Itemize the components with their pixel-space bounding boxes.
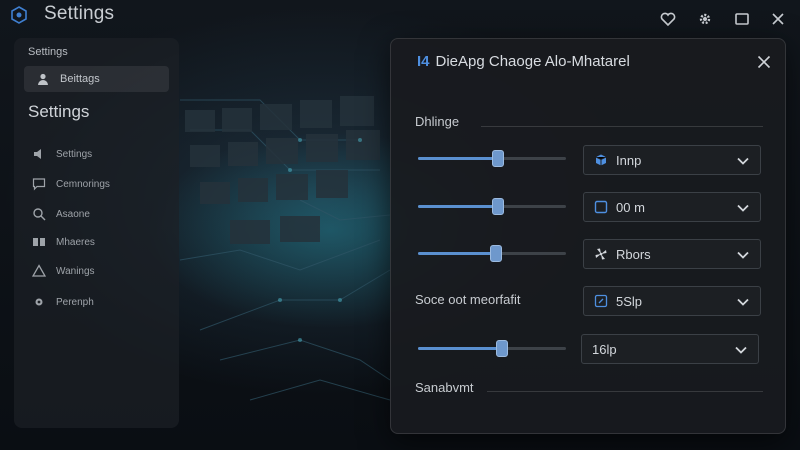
- panel-icon: [594, 294, 608, 308]
- chevron-down-icon: [735, 346, 747, 354]
- dropdown-value: Rbors: [616, 246, 651, 262]
- speaker-icon: [32, 147, 46, 161]
- fan-icon: [594, 247, 608, 261]
- section-divider: [487, 391, 763, 392]
- sidebar-item-label: Asaone: [56, 208, 90, 220]
- row-label: Soce oot meorfafit: [415, 292, 521, 307]
- sidebar-item-label: Cemnorings: [56, 178, 110, 190]
- chevron-down-icon: [737, 298, 749, 306]
- sidebar-item-settings[interactable]: Settings: [24, 142, 169, 166]
- sidebar-item-label: Wanings: [56, 265, 95, 277]
- section-divider: [481, 126, 763, 127]
- sidebar-item-mhaeres[interactable]: Mhaeres: [24, 230, 169, 254]
- app-logo-icon: [10, 6, 28, 24]
- slider-fill: [418, 252, 497, 255]
- cube-icon: [594, 153, 608, 167]
- dropdown-5[interactable]: 16lp: [581, 334, 759, 364]
- section-heading: Sanabvmt: [415, 380, 474, 395]
- gear-icon: [32, 295, 46, 309]
- sidebar-item-label: Beittags: [60, 73, 100, 85]
- dropdown-2[interactable]: 00 m: [583, 192, 761, 222]
- slider-3[interactable]: [418, 244, 566, 262]
- close-icon[interactable]: [768, 9, 788, 29]
- chevron-down-icon: [737, 204, 749, 212]
- window-title: Settings: [44, 3, 115, 24]
- dialog-title: I4 DieApg Chaoge Alo-Mhatarel: [417, 53, 630, 70]
- dialog-titlebar: I4 DieApg Chaoge Alo-Mhatarel: [391, 39, 785, 85]
- sidebar-item-active[interactable]: Beittags: [24, 66, 169, 92]
- dialog-close-button[interactable]: [753, 51, 775, 73]
- dropdown-value: 16lp: [592, 341, 617, 357]
- dropdown-value: 5Slp: [616, 293, 643, 309]
- grid-icon: [32, 235, 46, 249]
- dialog-title-text: DieApg Chaoge Alo-Mhatarel: [435, 53, 630, 70]
- window-titlebar: Settings: [0, 0, 800, 34]
- sidebar-item-label: Perenph: [56, 296, 94, 308]
- slider-fill: [418, 157, 498, 160]
- dropdown-value: 00 m: [616, 199, 645, 215]
- search-icon: [32, 207, 46, 221]
- sidebar-title: Settings: [28, 102, 90, 121]
- slider-2[interactable]: [418, 197, 566, 215]
- sidebar-item-asaone[interactable]: Asaone: [24, 202, 169, 226]
- sidebar-item-label: Mhaeres: [56, 236, 95, 248]
- slider-5[interactable]: [418, 339, 566, 357]
- dropdown-4[interactable]: 5Slp: [583, 286, 761, 316]
- user-icon: [36, 72, 50, 86]
- slider-fill: [418, 205, 498, 208]
- chat-icon: [32, 177, 46, 191]
- dialog-title-prefix: I4: [417, 53, 430, 70]
- dropdown-value: Innp: [616, 152, 642, 168]
- sidebar-item-perenph[interactable]: Perenph: [24, 290, 169, 314]
- slider-thumb[interactable]: [490, 245, 503, 262]
- warning-icon: [31, 264, 47, 278]
- sidebar-item-wanings[interactable]: Wanings: [24, 259, 169, 283]
- section-heading: Dhlinge: [415, 114, 460, 129]
- gear-icon[interactable]: [695, 9, 715, 29]
- close-icon: [757, 55, 771, 69]
- slider-fill: [418, 347, 503, 350]
- settings-dialog: I4 DieApg Chaoge Alo-Mhatarel Dhlinge In…: [390, 38, 786, 434]
- square-icon: [594, 200, 608, 214]
- heart-shield-icon[interactable]: [658, 9, 678, 29]
- chevron-down-icon: [737, 157, 749, 165]
- dropdown-3[interactable]: Rbors: [583, 239, 761, 269]
- sidebar-item-cemnorings[interactable]: Cemnorings: [24, 172, 169, 196]
- dropdown-1[interactable]: Innp: [583, 145, 761, 175]
- chevron-down-icon: [737, 251, 749, 259]
- maximize-icon[interactable]: [732, 9, 752, 29]
- slider-1[interactable]: [418, 149, 566, 167]
- sidebar-heading: Settings: [28, 46, 68, 58]
- sidebar-item-label: Settings: [56, 148, 93, 160]
- slider-thumb[interactable]: [496, 340, 509, 357]
- slider-thumb[interactable]: [491, 150, 504, 167]
- sidebar: Settings Beittags Settings Settings Cemn…: [14, 38, 179, 428]
- slider-thumb[interactable]: [491, 198, 504, 215]
